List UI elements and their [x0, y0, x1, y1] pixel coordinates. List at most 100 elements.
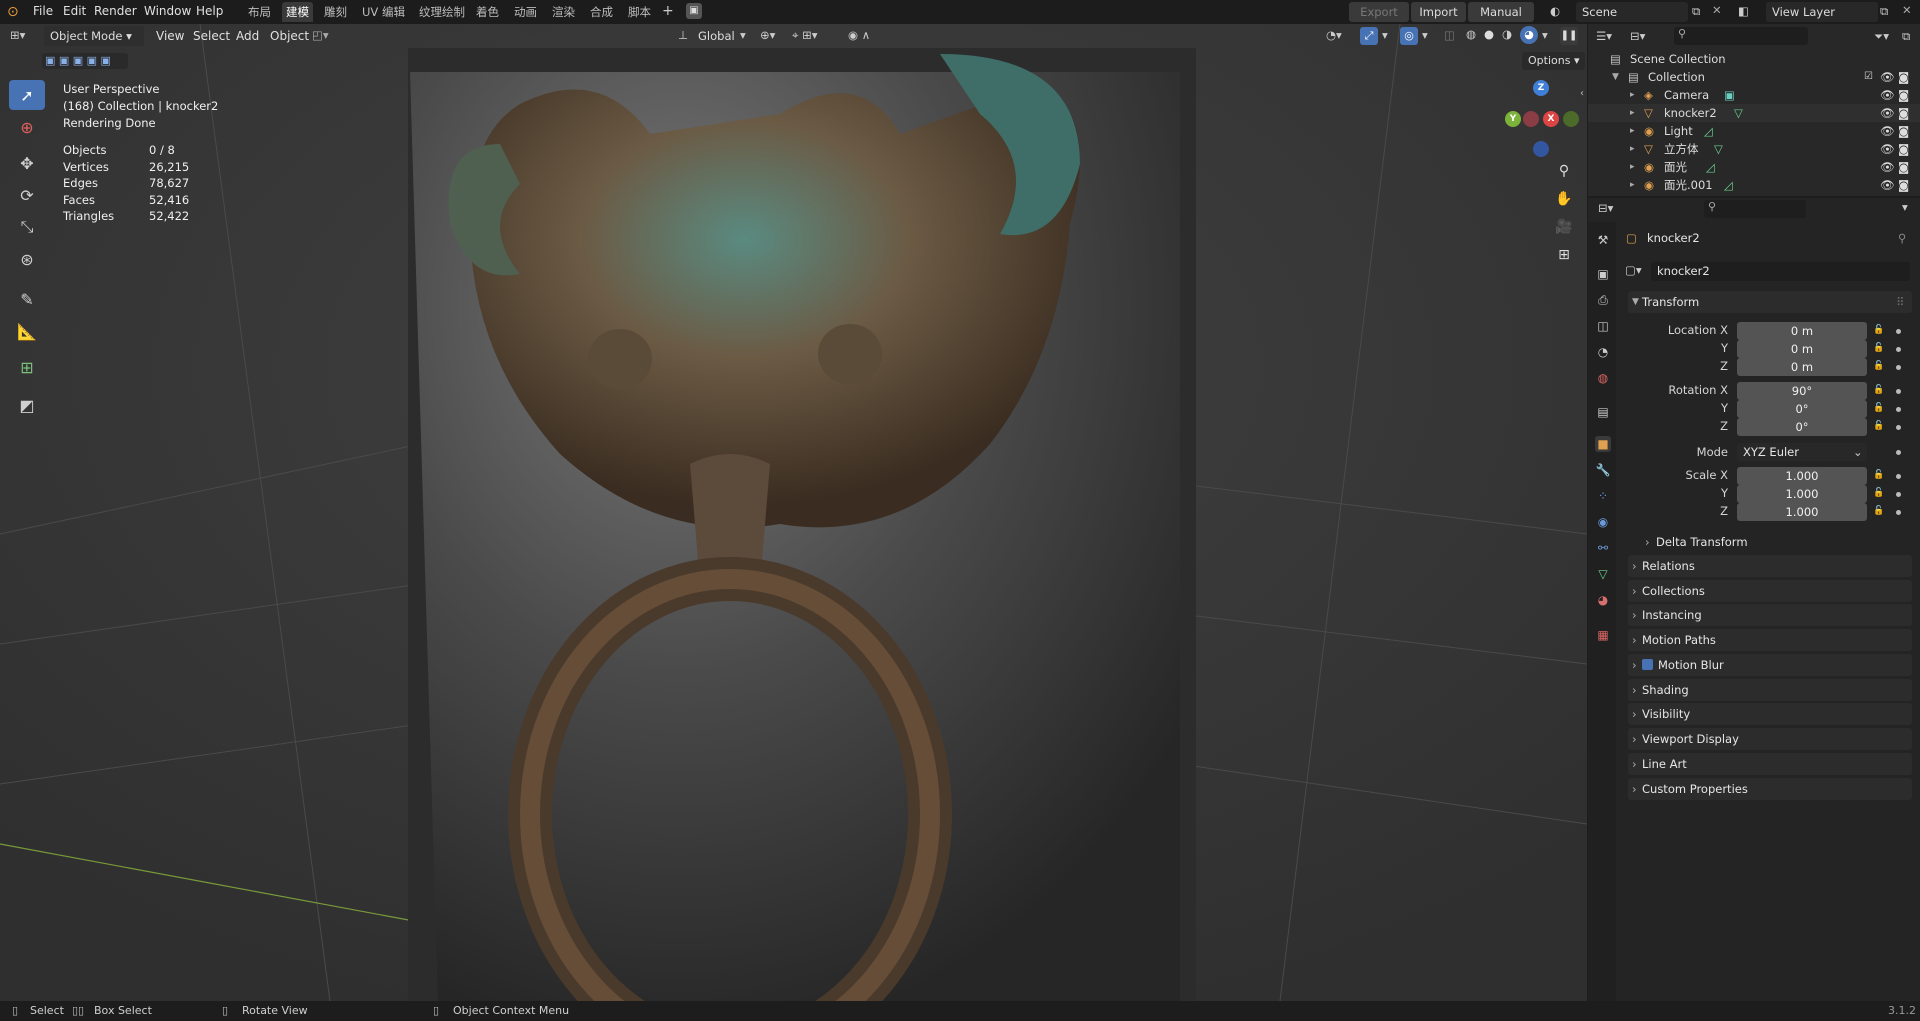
location-x-lock-icon[interactable]: 🔓: [1873, 325, 1884, 335]
cube-render-icon[interactable]: ◙: [1898, 140, 1909, 158]
tab-uv-editing[interactable]: UV 编辑: [358, 2, 409, 22]
shear-tool[interactable]: ◩: [9, 390, 45, 420]
location-y-lock-icon[interactable]: 🔓: [1873, 343, 1884, 353]
outliner-row-cube[interactable]: ▸ ▽ 立方体 ▽ 👁 ◙: [1588, 140, 1920, 158]
particles-tab-icon[interactable]: ⁘: [1595, 488, 1611, 504]
camera-view-icon[interactable]: 🎥: [1551, 214, 1577, 240]
relations-section[interactable]: Relations: [1628, 555, 1912, 577]
gizmo-x-axis[interactable]: X: [1543, 111, 1559, 127]
menu-view[interactable]: View: [156, 29, 184, 43]
area-light-001-expand-icon[interactable]: ▸: [1630, 176, 1635, 194]
menu-help[interactable]: Help: [196, 4, 223, 18]
display-mode-icon[interactable]: ⊟▾: [1630, 29, 1645, 43]
location-y-field[interactable]: 0 m: [1737, 340, 1867, 358]
scale-x-field[interactable]: 1.000: [1737, 467, 1867, 485]
options-button[interactable]: Options ▾: [1522, 52, 1586, 70]
location-x-keyframe-icon[interactable]: [1896, 329, 1901, 334]
light-render-icon[interactable]: ◙: [1898, 122, 1909, 140]
physics-tab-icon[interactable]: ◉: [1595, 514, 1611, 530]
solid-shading-icon[interactable]: ●: [1484, 27, 1494, 41]
tab-animation[interactable]: 动画: [510, 2, 541, 22]
area-light-eye-icon[interactable]: 👁: [1880, 158, 1895, 176]
perspective-toggle-icon[interactable]: ⊞: [1551, 242, 1577, 268]
file-browser-icon[interactable]: ▣: [686, 3, 702, 19]
new-collection-icon[interactable]: ⧉: [1902, 29, 1910, 44]
camera-expand-icon[interactable]: ▸: [1630, 86, 1635, 104]
light-eye-icon[interactable]: 👁: [1880, 122, 1895, 140]
cursor-tool[interactable]: ⊕: [9, 112, 45, 142]
3d-viewport[interactable]: [0, 24, 1587, 1001]
measure-tool[interactable]: 📐: [9, 316, 45, 346]
outliner-row-area-light[interactable]: ▸ ◉ 面光 ◿ 👁 ◙: [1588, 158, 1920, 176]
overlays-dropdown-icon[interactable]: ▾: [1422, 28, 1428, 42]
export-button[interactable]: Export: [1349, 2, 1409, 22]
knocker2-expand-icon[interactable]: ▸: [1630, 104, 1635, 122]
sidebar-toggle-icon[interactable]: ‹: [1580, 88, 1584, 99]
menu-select[interactable]: Select: [193, 29, 230, 43]
selection-mode-icons[interactable]: ▣ ▣ ▣ ▣ ▣: [42, 53, 128, 69]
tab-compositing[interactable]: 合成: [586, 2, 617, 22]
outliner-row-area-light-001[interactable]: ▸ ◉ 面光.001 ◿ 👁 ◙: [1588, 176, 1920, 194]
constraints-tab-icon[interactable]: ⚯: [1595, 540, 1611, 556]
select-box-tool[interactable]: ➚: [9, 80, 45, 110]
properties-editor-icon[interactable]: ⊟▾: [1598, 201, 1613, 215]
collection-expand-icon[interactable]: ▼: [1612, 68, 1619, 86]
view-layer-selector[interactable]: View Layer: [1766, 2, 1878, 22]
orientation-selector[interactable]: Global: [698, 29, 735, 43]
modifier-tab-icon[interactable]: 🔧: [1595, 462, 1611, 478]
visibility-icon[interactable]: ◔▾: [1326, 28, 1342, 42]
new-view-layer-icon[interactable]: ⧉: [1880, 4, 1888, 19]
object-type-icon[interactable]: ▢▾: [1625, 263, 1642, 277]
add-workspace-icon[interactable]: +: [662, 3, 674, 19]
motion-blur-section[interactable]: › Motion Blur: [1628, 654, 1912, 676]
add-cube-tool[interactable]: ⊞: [9, 352, 45, 382]
scale-y-keyframe-icon[interactable]: [1896, 492, 1901, 497]
rotation-mode-select[interactable]: XYZ Euler ⌄: [1737, 443, 1867, 461]
scale-z-lock-icon[interactable]: 🔓: [1873, 506, 1884, 516]
menu-window[interactable]: Window: [144, 4, 191, 18]
rotation-y-field[interactable]: 0°: [1737, 400, 1867, 418]
scale-x-keyframe-icon[interactable]: [1896, 474, 1901, 479]
manual-button[interactable]: Manual: [1468, 2, 1534, 22]
motion-paths-section[interactable]: Motion Paths: [1628, 629, 1912, 651]
area-light-001-eye-icon[interactable]: 👁: [1880, 176, 1895, 194]
scene-selector[interactable]: Scene: [1576, 2, 1688, 22]
properties-search-input[interactable]: ⚲: [1704, 200, 1806, 218]
gizmo-neg-x-axis[interactable]: [1523, 111, 1539, 127]
scale-tool[interactable]: ⤡: [9, 212, 45, 242]
rotation-y-lock-icon[interactable]: 🔓: [1873, 403, 1884, 413]
filter-icon[interactable]: ⏷▾: [1874, 29, 1889, 44]
collection-checkbox[interactable]: ☑: [1864, 68, 1873, 86]
orientation-icon[interactable]: ⊥: [678, 28, 688, 42]
texture-tab-icon[interactable]: ▦: [1595, 627, 1611, 643]
world-tab-icon[interactable]: ◍: [1595, 370, 1611, 386]
outliner-row-light[interactable]: ▸ ◉ Light ◿ 👁 ◙: [1588, 122, 1920, 140]
xray-icon[interactable]: ◫: [1444, 28, 1455, 42]
camera-render-icon[interactable]: ◙: [1898, 86, 1909, 104]
location-z-lock-icon[interactable]: 🔓: [1873, 361, 1884, 371]
area-light-001-render-icon[interactable]: ◙: [1898, 176, 1909, 194]
gizmo-neg-y-axis[interactable]: [1563, 111, 1579, 127]
gizmo-neg-z-axis[interactable]: [1533, 141, 1549, 157]
line-art-section[interactable]: Line Art: [1628, 753, 1912, 775]
rotate-tool[interactable]: ⟳: [9, 180, 45, 210]
delta-transform-subpanel[interactable]: › Delta Transform: [1642, 531, 1912, 553]
close-scene-icon[interactable]: ✕: [1712, 3, 1722, 17]
pause-render-icon[interactable]: ❚❚: [1560, 27, 1578, 45]
light-expand-icon[interactable]: ▸: [1630, 122, 1635, 140]
outliner-search-input[interactable]: ⚲: [1674, 27, 1808, 45]
outliner-row-scene-collection[interactable]: ▤ Scene Collection: [1588, 50, 1920, 68]
collections-section[interactable]: Collections: [1628, 580, 1912, 602]
cube-eye-icon[interactable]: 👁: [1880, 140, 1895, 158]
scale-y-lock-icon[interactable]: 🔓: [1873, 488, 1884, 498]
rotation-z-field[interactable]: 0°: [1737, 418, 1867, 436]
rotation-x-lock-icon[interactable]: 🔓: [1873, 385, 1884, 395]
rotation-y-keyframe-icon[interactable]: [1896, 407, 1901, 412]
menu-edit[interactable]: Edit: [63, 4, 86, 18]
location-z-keyframe-icon[interactable]: [1896, 365, 1901, 370]
annotate-tool[interactable]: ✎: [9, 284, 45, 314]
tab-texture-paint[interactable]: 纹理绘制: [415, 2, 469, 22]
scale-z-keyframe-icon[interactable]: [1896, 510, 1901, 515]
location-x-field[interactable]: 0 m: [1737, 322, 1867, 340]
orientation-dropdown-icon[interactable]: ▾: [740, 28, 746, 42]
